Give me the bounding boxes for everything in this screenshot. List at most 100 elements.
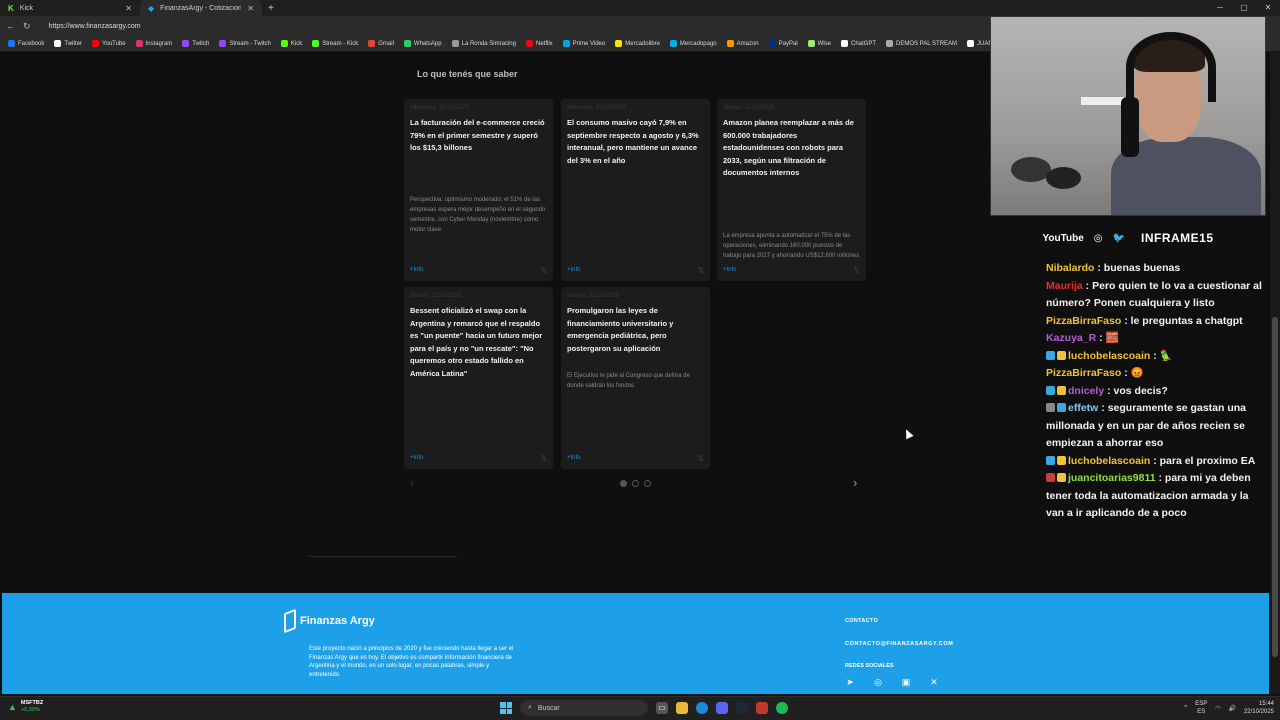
bookmark-favicon-icon — [8, 40, 15, 47]
close-icon[interactable]: ✕ — [247, 4, 254, 13]
more-info-link[interactable]: +Info — [410, 267, 424, 273]
bookmark-item[interactable]: Netflix — [522, 40, 557, 47]
back-icon[interactable]: ← — [6, 21, 15, 31]
bookmark-favicon-icon — [726, 40, 734, 47]
bookmark-item[interactable]: PayPal — [765, 40, 802, 47]
steam-icon[interactable] — [736, 702, 748, 714]
bookmark-item[interactable]: ChatGPT — [837, 40, 880, 47]
bookmark-item[interactable]: Amazon — [723, 40, 763, 47]
edge-icon[interactable] — [696, 702, 708, 714]
language-indicator[interactable]: ESP ES — [1195, 700, 1207, 716]
bookmark-item[interactable]: La Ronda Simracing — [448, 40, 520, 47]
bookmark-item[interactable]: Twitter — [50, 40, 86, 47]
chat-username[interactable]: juancitoarias9811 — [1068, 472, 1156, 484]
file-explorer-icon[interactable] — [676, 702, 688, 714]
x-share-icon[interactable]: 𝕏 — [854, 266, 860, 275]
news-card[interactable]: Miércoles, 22/10/2025 La facturación del… — [404, 99, 553, 281]
linkedin-icon[interactable]: ▣ — [901, 677, 911, 688]
x-icon[interactable]: ✕ — [929, 677, 939, 688]
close-window-icon[interactable]: ✕ — [1256, 0, 1280, 16]
chat-username[interactable]: Kazuya_R — [1046, 332, 1096, 344]
tab-finanzasargy[interactable]: ◆ FinanzasArgy - Cotizaciones en tie ✕ — [140, 0, 262, 16]
lang-line1: ESP — [1195, 701, 1208, 707]
contact-email-link[interactable]: CONTACTO@FINANZASARGY.COM — [845, 641, 953, 647]
bookmark-item[interactable]: Mercadolibre — [611, 40, 664, 47]
carousel-dot[interactable] — [620, 480, 627, 487]
spotify-icon[interactable] — [776, 702, 788, 714]
bookmark-item[interactable]: Stream - Kick — [308, 40, 362, 47]
news-card[interactable]: Martes, 21/10/2025 Promulgaron las leyes… — [561, 287, 710, 469]
chat-username[interactable]: luchobelascoain — [1068, 455, 1150, 467]
bookmark-item[interactable]: Twitch — [178, 40, 213, 47]
url-field[interactable]: https://www.finanzasargy.com — [49, 23, 141, 30]
telegram-icon[interactable]: ➤ — [845, 677, 855, 688]
minimize-icon[interactable]: ─ — [1208, 0, 1232, 16]
bookmark-item[interactable]: Gmail — [364, 40, 398, 47]
task-view-icon[interactable]: ▭ — [656, 702, 668, 714]
bookmark-item[interactable]: Instagram — [132, 40, 177, 47]
network-icon[interactable]: ◠ — [1215, 705, 1220, 712]
maximize-icon[interactable]: ▢ — [1232, 0, 1256, 16]
taskbar-apps: ⌕ Buscar ▭ — [500, 700, 788, 716]
bookmark-item[interactable]: DEMOS PAL STREAM — [882, 40, 961, 47]
card-headline[interactable]: La facturación del e-commerce creció 79%… — [410, 117, 547, 155]
page-scrollbar[interactable] — [1270, 52, 1280, 694]
bookmark-item[interactable]: Mercadopago — [666, 40, 721, 47]
chat-username[interactable]: Maurija — [1046, 280, 1083, 292]
news-card[interactable]: Martes, 21/10/2025 Amazon planea reempla… — [717, 99, 866, 281]
chat-username[interactable]: luchobelascoain — [1068, 350, 1150, 362]
bookmark-favicon-icon — [807, 40, 815, 47]
news-card[interactable]: Miércoles, 22/10/2025 El consumo masivo … — [561, 99, 710, 281]
chat-username[interactable]: Nibalardo — [1046, 262, 1094, 274]
clock[interactable]: 15:44 22/10/2025 — [1244, 700, 1274, 716]
taskbar-search[interactable]: ⌕ Buscar — [520, 700, 648, 716]
browser-tab-bar: K Kick ✕ ◆ FinanzasArgy - Cotizaciones e… — [0, 0, 1280, 16]
discord-icon[interactable] — [716, 702, 728, 714]
more-info-link[interactable]: +Info — [567, 267, 581, 273]
card-headline[interactable]: El consumo masivo cayó 7,9% en septiembr… — [567, 117, 704, 167]
footer-logo[interactable]: Finanzas Argy — [284, 608, 375, 634]
carousel-next-icon[interactable]: › — [853, 475, 857, 490]
x-share-icon[interactable]: 𝕏 — [698, 266, 704, 275]
chat-text: le preguntas a chatgpt — [1130, 314, 1243, 327]
windows-start-icon[interactable] — [500, 702, 512, 714]
carousel-dot[interactable] — [644, 480, 651, 487]
chat-username[interactable]: effetw — [1068, 402, 1098, 414]
card-headline[interactable]: Amazon planea reemplazar a más de 600.00… — [723, 117, 860, 180]
close-icon[interactable]: ✕ — [125, 4, 132, 13]
more-info-link[interactable]: +Info — [723, 267, 737, 273]
stock-widget[interactable]: ▲ MSFTBZ +0,30% — [8, 700, 43, 714]
x-share-icon[interactable]: 𝕏 — [698, 454, 704, 463]
more-info-link[interactable]: +Info — [410, 455, 424, 461]
volume-icon[interactable]: 🔊 — [1228, 705, 1235, 712]
bookmark-item[interactable]: Stream - Twitch — [215, 40, 275, 47]
instagram-icon[interactable]: ◎ — [873, 677, 883, 688]
news-card[interactable]: Martes, 21/10/2025 Bessent oficializó el… — [404, 287, 553, 469]
card-headline[interactable]: Bessent oficializó el swap con la Argent… — [410, 305, 547, 380]
chat-message: Nibalardo : buenas buenas — [1046, 262, 1181, 274]
chat-username[interactable]: PizzaBirraFaso — [1046, 315, 1121, 327]
tab-kick[interactable]: K Kick ✕ — [0, 0, 140, 16]
bookmark-item[interactable]: Facebook — [4, 40, 48, 47]
carousel-prev-icon[interactable]: ‹ — [410, 475, 414, 490]
bookmark-item[interactable]: Kick — [277, 40, 306, 47]
chat-username[interactable]: PizzaBirraFaso — [1046, 367, 1121, 379]
bookmark-item[interactable]: Wise — [804, 40, 835, 47]
bookmark-item[interactable]: Prime Video — [559, 40, 610, 47]
reload-icon[interactable]: ↻ — [23, 21, 31, 32]
new-tab-icon[interactable]: + — [262, 3, 280, 14]
chat-username[interactable]: dnicely — [1068, 385, 1104, 397]
scrollbar-thumb[interactable] — [1272, 317, 1278, 657]
x-share-icon[interactable]: 𝕏 — [541, 454, 547, 463]
carousel-dot[interactable] — [632, 480, 639, 487]
bookmark-label: Amazon — [736, 40, 759, 47]
bookmark-item[interactable]: WhatsApp — [400, 40, 446, 47]
card-headline[interactable]: Promulgaron las leyes de financiamiento … — [567, 305, 704, 355]
stock-change: +0,30% — [20, 707, 40, 713]
chevron-up-icon[interactable]: ^ — [1184, 705, 1187, 711]
x-share-icon[interactable]: 𝕏 — [541, 266, 547, 275]
app-icon[interactable] — [756, 702, 768, 714]
card-description: El Ejecutivo le pide al Congreso que def… — [567, 373, 690, 389]
more-info-link[interactable]: +Info — [567, 455, 581, 461]
bookmark-item[interactable]: YouTube — [88, 40, 130, 47]
